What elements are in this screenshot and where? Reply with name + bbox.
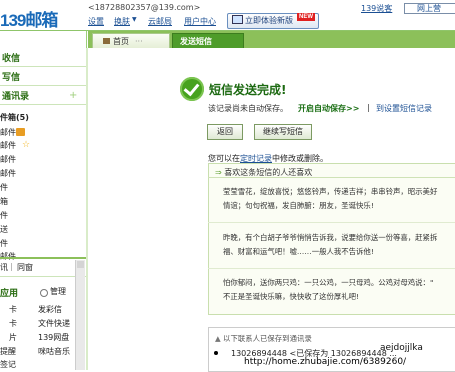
sidebar-item-contacts[interactable]: 通讯录 — [2, 89, 29, 102]
recommended-message-line[interactable]: 不正是圣诞快乐嘛，快快收了这份厚礼吧! — [223, 291, 359, 302]
recommended-message-line[interactable]: 莹莹雪花，绽放喜悦；悠悠铃声，传递吉祥；串串铃声，昭示美好 — [223, 186, 437, 197]
sidebar-divider — [0, 85, 86, 86]
sidebar-divider — [0, 276, 86, 277]
139-talk-link[interactable]: 139说客 — [361, 3, 392, 14]
app-item[interactable]: 签记 — [0, 359, 16, 370]
message-divider — [208, 268, 455, 269]
app-item[interactable]: 文件快递 — [38, 318, 70, 329]
skin-link[interactable]: 换肤 — [114, 16, 130, 27]
bullet-icon — [214, 351, 218, 355]
message-divider — [208, 222, 455, 223]
recommended-message-line[interactable]: 福、财富和运气吧！嘘……一般人我不告诉他! — [223, 246, 374, 257]
panel-border — [86, 48, 88, 370]
tab-send-sms[interactable]: 发送短信 — [172, 33, 244, 48]
expand-icon[interactable]: + — [69, 90, 77, 101]
sidebar-divider — [0, 257, 86, 259]
app-item[interactable]: 139网盘 — [38, 332, 69, 343]
recommended-message-line[interactable]: 昨晚，有个白胡子爷爷悄悄告诉我，说要给你送一份等喜，赶紧拆 — [223, 232, 437, 243]
folder-item[interactable]: 邮件 — [0, 168, 16, 179]
modify-note-prefix: 您可以在 — [208, 154, 240, 163]
im-classmates-link[interactable]: 同窗 — [17, 262, 33, 273]
continue-writing-button[interactable]: 继续写短信 — [254, 124, 312, 140]
gear-icon[interactable] — [40, 289, 48, 297]
unread-icon — [16, 128, 25, 136]
recommended-message-line[interactable]: 怕你郁闷，送你两只鸡：一只公鸡，一只母鸡。公鸡对母鸡说：" — [223, 277, 433, 288]
sidebar-divider — [0, 66, 86, 67]
tab-home-label: 首页 — [113, 37, 129, 46]
new-badge: NEW — [297, 13, 315, 21]
account-email: <18728802357@139.com> — [88, 3, 201, 12]
app-item[interactable]: 卡 — [9, 318, 17, 329]
not-saved-notice: 该记录尚未自动保存。 — [208, 104, 288, 113]
collapse-icon[interactable]: ▲ — [215, 334, 223, 343]
sidebar-item-receive[interactable]: 收信 — [2, 51, 20, 64]
apps-manage-link[interactable]: 管理 — [50, 286, 66, 297]
sidebar-scrollbar[interactable] — [75, 260, 85, 370]
tab-home[interactable]: 首页 ··· — [92, 33, 170, 49]
apps-title: 应用 — [0, 289, 19, 299]
sidebar-divider — [0, 104, 86, 105]
folder-item[interactable]: 件 — [0, 238, 8, 249]
folder-item[interactable]: 送 — [0, 224, 8, 235]
success-title: 短信发送完成! — [209, 83, 287, 97]
folder-item[interactable]: 邮件 — [0, 140, 16, 151]
sidebar-item-write[interactable]: 写信 — [2, 70, 20, 83]
saved-contacts-title: ▲ 以下联系人已保存到通讯录 — [215, 333, 312, 344]
settings-link[interactable]: 设置 — [88, 16, 104, 27]
monitor-icon — [232, 15, 243, 24]
im-separator: | — [10, 262, 13, 271]
sms-record-settings-link[interactable]: 到设置短信记录 — [376, 103, 432, 114]
app-item[interactable]: 片 — [9, 332, 17, 343]
tab-home-dots: ··· — [135, 37, 143, 46]
watermark-url: http://home.zhubajie.com/6389260/ — [244, 357, 407, 367]
home-icon — [103, 38, 110, 44]
star-icon: ☆ — [22, 140, 31, 150]
folder-item[interactable]: 件 — [0, 210, 8, 221]
app-item[interactable]: 提醒 — [0, 346, 16, 357]
app-item[interactable]: 发彩信 — [38, 304, 62, 315]
watermark-text: aejdojjlka — [380, 343, 423, 353]
saved-contacts-title-text: 以下联系人已保存到通讯录 — [223, 334, 312, 343]
try-new-version-label: 立即体验新版 — [245, 16, 293, 25]
app-item[interactable]: 咪咕音乐 — [38, 346, 70, 357]
enable-auto-save-link[interactable]: 开启自动保存>> — [298, 103, 359, 114]
folder-item[interactable]: 邮件 — [0, 127, 16, 138]
scheduled-record-link[interactable]: 定时记录 — [240, 154, 272, 163]
folder-item[interactable]: 邮件 — [0, 154, 16, 165]
back-button[interactable]: 返回 — [207, 124, 243, 140]
modify-note-suffix: 中修改或删除。 — [272, 154, 328, 163]
check-circle-icon — [180, 77, 204, 101]
link-separator: | — [367, 103, 370, 112]
im-left-link[interactable]: 讯 — [0, 262, 8, 273]
logo[interactable]: 139邮箱 — [0, 6, 58, 31]
recommendation-divider — [208, 177, 455, 178]
folder-item[interactable]: 件 — [0, 182, 8, 193]
scroll-up-icon[interactable] — [77, 261, 84, 268]
recommended-message-line[interactable]: 情谊；句句祝福，发自肺腑：朋友，圣诞快乐! — [223, 200, 374, 211]
user-center-link[interactable]: 用户中心 — [184, 16, 216, 27]
cloud-post-link[interactable]: 云邮局 — [148, 16, 172, 27]
arrow-right-icon: ⇒ — [215, 168, 225, 177]
sidebar-folder-title[interactable]: 件箱(5) — [0, 112, 29, 123]
skin-dropdown-icon[interactable]: ▼ — [132, 16, 137, 23]
online-mall-link[interactable]: 网上营 — [404, 3, 455, 14]
app-item[interactable]: 卡 — [9, 304, 17, 315]
folder-item[interactable]: 箱 — [0, 196, 8, 207]
recommendation-title-text: 喜欢这条短信的人还喜欢 — [224, 168, 313, 177]
